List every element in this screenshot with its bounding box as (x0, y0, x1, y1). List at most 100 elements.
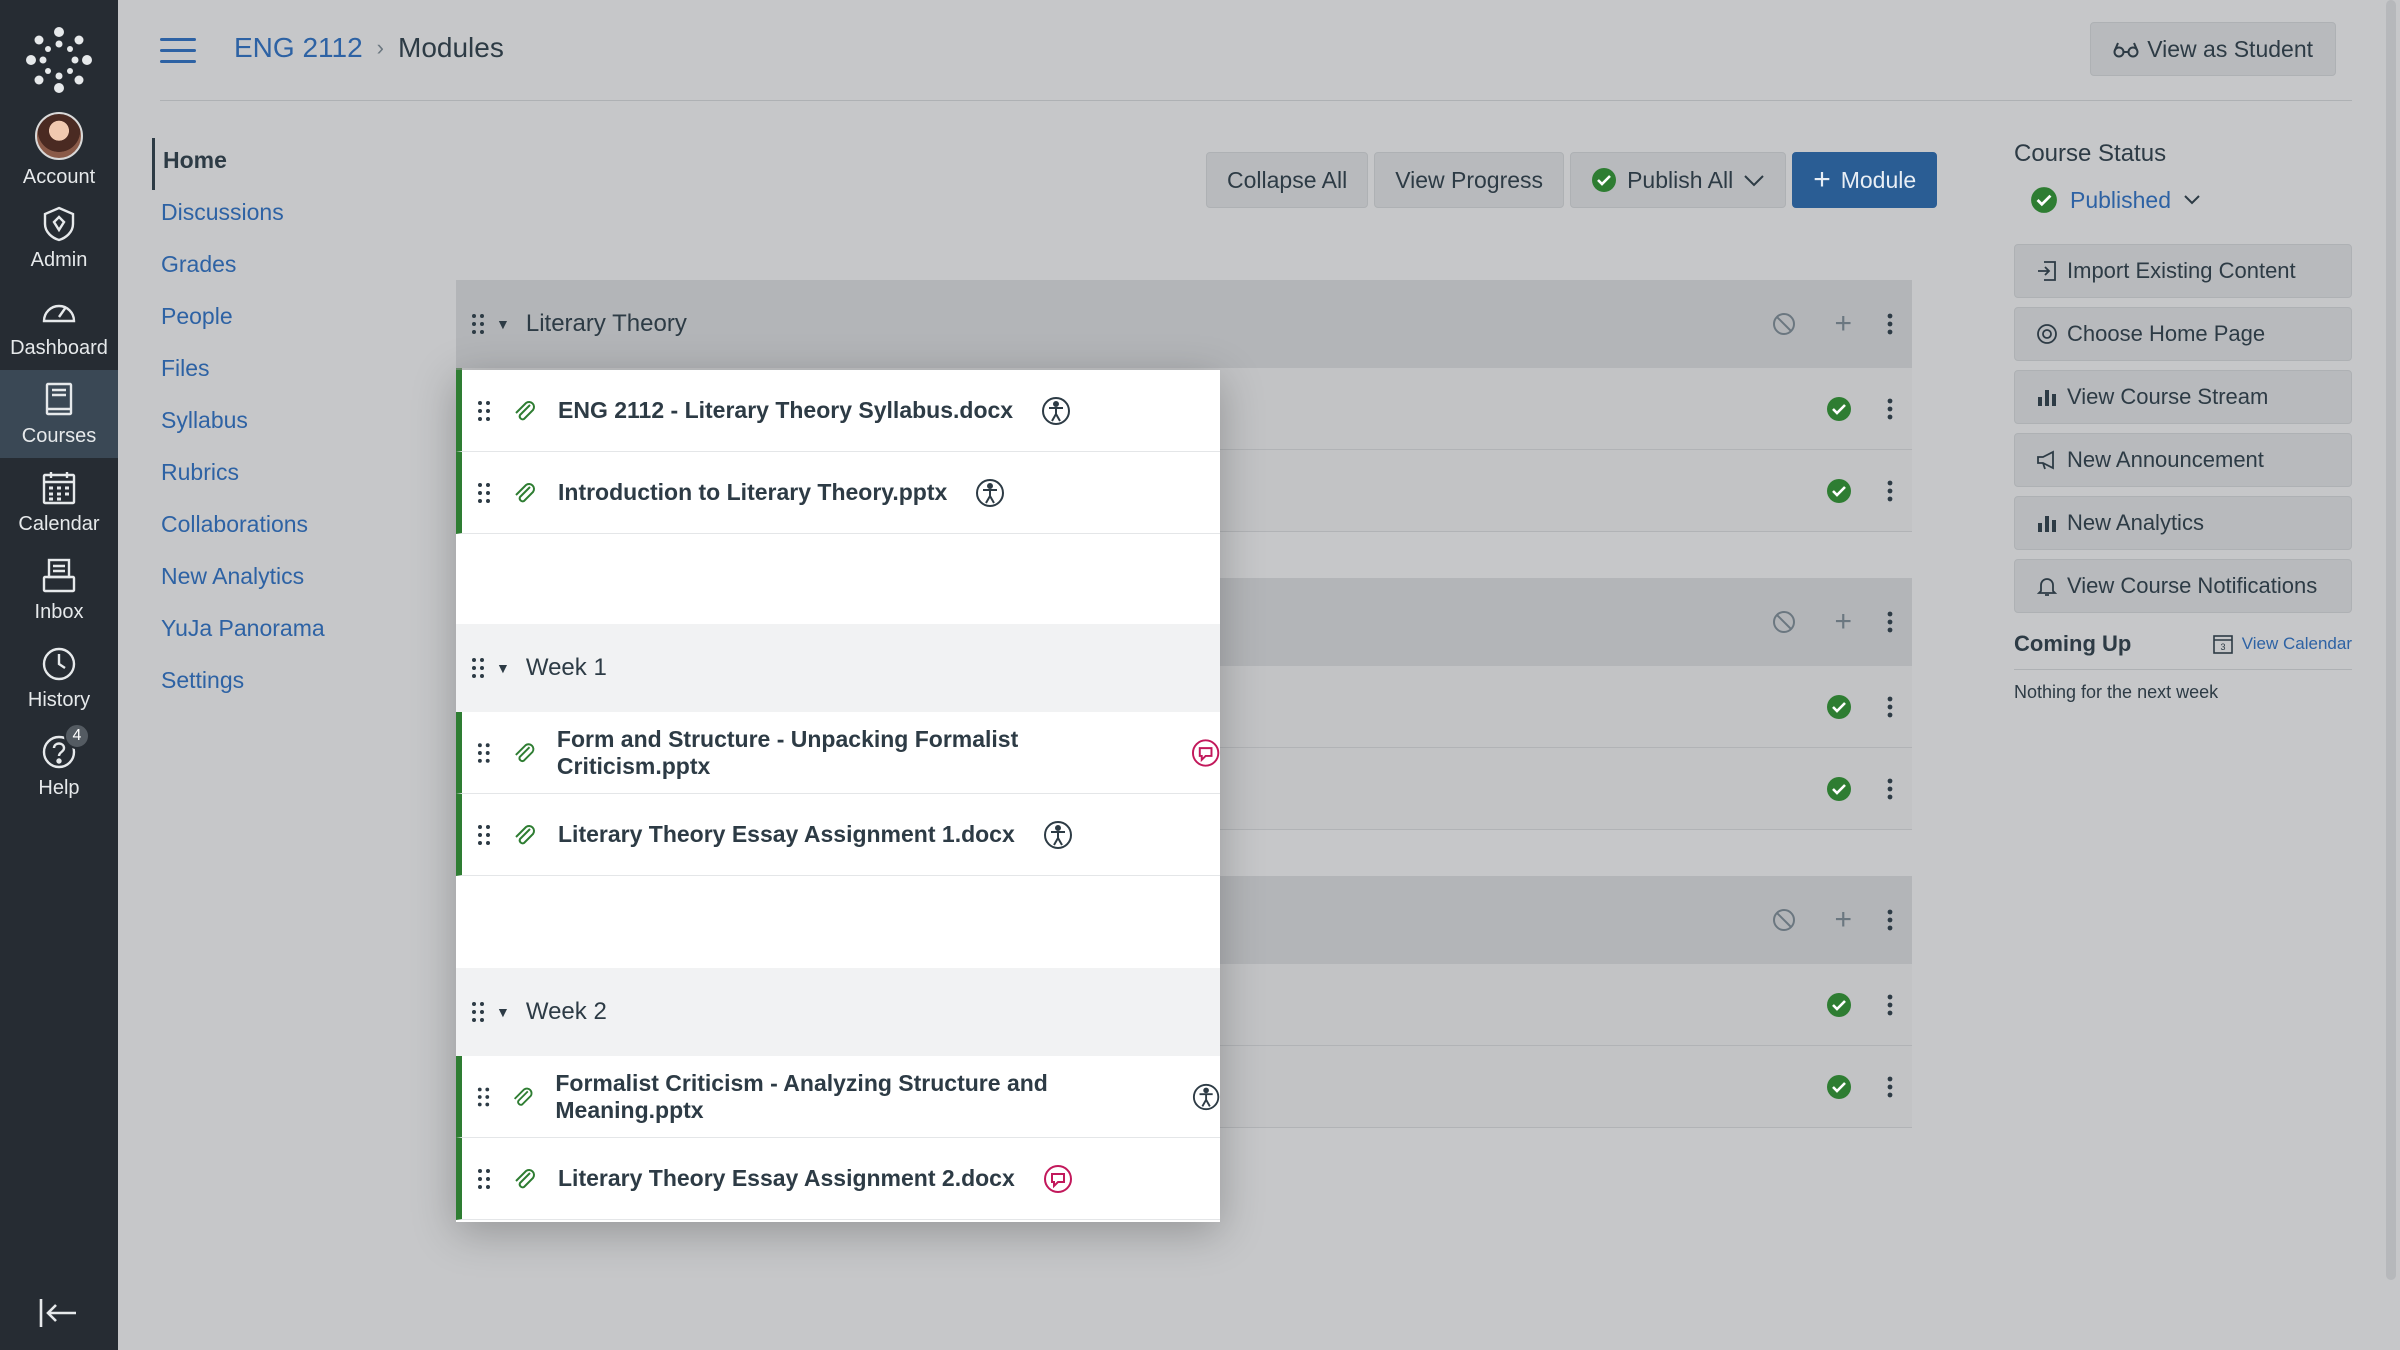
gear-icon (2037, 324, 2057, 344)
history-clock-icon (42, 647, 76, 680)
publish-all-button[interactable]: Publish All (1570, 152, 1787, 208)
course-nav-people[interactable]: People (152, 294, 325, 346)
accessibility-good-icon[interactable] (1041, 396, 1071, 426)
nav-dashboard[interactable]: Dashboard (0, 282, 118, 370)
module-item-title[interactable]: Formalist Criticism - Analyzing Structur… (555, 1070, 1163, 1124)
item-kebab-menu-icon[interactable] (1886, 695, 1894, 719)
module-item-essay-2[interactable]: Literary Theory Essay Assignment 2.docx (456, 1138, 1220, 1220)
view-calendar-link[interactable]: 3 View Calendar (2212, 633, 2352, 655)
bar-chart-icon (2038, 390, 2056, 406)
item-kebab-menu-icon[interactable] (1886, 777, 1894, 801)
published-check-icon[interactable] (1826, 1074, 1852, 1100)
drag-handle-icon[interactable] (476, 823, 492, 847)
item-kebab-menu-icon[interactable] (1886, 479, 1894, 503)
drag-handle-icon[interactable] (476, 1085, 491, 1109)
import-existing-content-button[interactable]: Import Existing Content (2014, 244, 2352, 298)
add-item-plus-icon[interactable]: + (1834, 309, 1852, 339)
collapse-caret-icon[interactable]: ▼ (496, 316, 510, 332)
course-nav-files[interactable]: Files (152, 346, 325, 398)
published-check-icon (2031, 187, 2057, 213)
accessibility-good-icon[interactable] (975, 478, 1005, 508)
drag-handle-icon[interactable] (476, 481, 492, 505)
module-item-title[interactable]: Literary Theory Essay Assignment 1.docx (558, 821, 1015, 848)
module-item-title[interactable]: ENG 2112 - Literary Theory Syllabus.docx (558, 397, 1013, 424)
new-analytics-button[interactable]: New Analytics (2014, 496, 2352, 550)
drag-handle-icon[interactable] (470, 1000, 486, 1024)
collapse-all-button[interactable]: Collapse All (1206, 152, 1369, 208)
unpublished-ban-icon[interactable] (1772, 608, 1800, 636)
module-item-intro[interactable]: Introduction to Literary Theory.pptx (456, 452, 1220, 534)
course-nav-grades[interactable]: Grades (152, 242, 325, 294)
drag-handle-icon[interactable] (470, 312, 486, 336)
module-item-title[interactable]: Introduction to Literary Theory.pptx (558, 479, 947, 506)
canvas-logo-icon[interactable] (25, 26, 93, 94)
collapse-caret-icon[interactable]: ▼ (496, 1004, 510, 1020)
module-kebab-menu-icon[interactable] (1886, 610, 1894, 634)
course-nav-syllabus[interactable]: Syllabus (152, 398, 325, 450)
module-item-syllabus[interactable]: ENG 2112 - Literary Theory Syllabus.docx (456, 370, 1220, 452)
course-menu-toggle[interactable] (160, 38, 196, 64)
module-item-title[interactable]: Form and Structure - Unpacking Formalist… (557, 726, 1163, 780)
nav-history[interactable]: History (0, 634, 118, 722)
module-item-title[interactable]: Literary Theory Essay Assignment 2.docx (558, 1165, 1015, 1192)
nav-help[interactable]: 4 Help (0, 722, 118, 810)
module-kebab-menu-icon[interactable] (1886, 908, 1894, 932)
unpublished-ban-icon[interactable] (1772, 906, 1800, 934)
view-progress-button[interactable]: View Progress (1374, 152, 1565, 208)
nav-courses[interactable]: Courses (0, 370, 118, 458)
breadcrumb-course-link[interactable]: ENG 2112 (234, 32, 363, 64)
nav-account[interactable]: Account (0, 106, 118, 194)
nav-admin[interactable]: Admin (0, 194, 118, 282)
course-status-dropdown[interactable]: Published (2030, 186, 2352, 214)
calendar-icon (42, 471, 76, 504)
module-header-actions: + (1772, 905, 1894, 935)
add-item-plus-icon[interactable]: + (1834, 905, 1852, 935)
add-module-button[interactable]: + Module (1792, 152, 1938, 208)
course-nav-rubrics[interactable]: Rubrics (152, 450, 325, 502)
page-scrollbar[interactable] (2386, 0, 2396, 1280)
item-kebab-menu-icon[interactable] (1886, 993, 1894, 1017)
new-analytics-label: New Analytics (2067, 510, 2204, 535)
drag-handle-icon[interactable] (476, 399, 492, 423)
hamburger-line (160, 49, 196, 52)
published-check-icon[interactable] (1826, 694, 1852, 720)
accessibility-issue-icon[interactable] (1191, 738, 1220, 768)
drag-handle-icon[interactable] (470, 656, 486, 680)
course-nav-collaborations[interactable]: Collaborations (152, 502, 325, 554)
collapse-nav-icon[interactable] (38, 1296, 80, 1330)
course-nav-home[interactable]: Home (152, 138, 325, 190)
nav-calendar[interactable]: Calendar (0, 458, 118, 546)
module-header-week-2[interactable]: ▼ Week 2 (456, 968, 1220, 1056)
choose-home-page-button[interactable]: Choose Home Page (2014, 307, 2352, 361)
unpublished-ban-icon[interactable] (1772, 310, 1800, 338)
course-nav-discussions[interactable]: Discussions (152, 190, 325, 242)
view-as-student-button[interactable]: View as Student (2090, 22, 2336, 76)
accessibility-good-icon[interactable] (1043, 820, 1073, 850)
course-nav-yuja-panorama[interactable]: YuJa Panorama (152, 606, 325, 658)
module-item-formalist-criticism[interactable]: Formalist Criticism - Analyzing Structur… (456, 1056, 1220, 1138)
new-announcement-button[interactable]: New Announcement (2014, 433, 2352, 487)
course-status-value: Published (2070, 186, 2172, 213)
drag-handle-icon[interactable] (476, 1167, 492, 1191)
module-item-form-structure[interactable]: Form and Structure - Unpacking Formalist… (456, 712, 1220, 794)
collapse-caret-icon[interactable]: ▼ (496, 660, 510, 676)
drag-handle-icon[interactable] (476, 741, 492, 765)
course-nav-new-analytics[interactable]: New Analytics (152, 554, 325, 606)
module-item-essay-1[interactable]: Literary Theory Essay Assignment 1.docx (456, 794, 1220, 876)
item-kebab-menu-icon[interactable] (1886, 1075, 1894, 1099)
published-check-icon[interactable] (1826, 776, 1852, 802)
accessibility-good-icon[interactable] (1192, 1082, 1220, 1112)
item-kebab-menu-icon[interactable] (1886, 397, 1894, 421)
add-item-plus-icon[interactable]: + (1834, 607, 1852, 637)
view-course-stream-button[interactable]: View Course Stream (2014, 370, 2352, 424)
published-check-icon[interactable] (1826, 992, 1852, 1018)
module-kebab-menu-icon[interactable] (1886, 312, 1894, 336)
view-course-notifications-button[interactable]: View Course Notifications (2014, 559, 2352, 613)
published-check-icon[interactable] (1826, 396, 1852, 422)
course-nav-settings[interactable]: Settings (152, 658, 325, 710)
published-check-icon[interactable] (1826, 478, 1852, 504)
module-header-week-1[interactable]: ▼ Week 1 (456, 624, 1220, 712)
accessibility-issue-icon[interactable] (1043, 1164, 1073, 1194)
add-module-label: Module (1840, 166, 1917, 193)
nav-inbox[interactable]: Inbox (0, 546, 118, 634)
